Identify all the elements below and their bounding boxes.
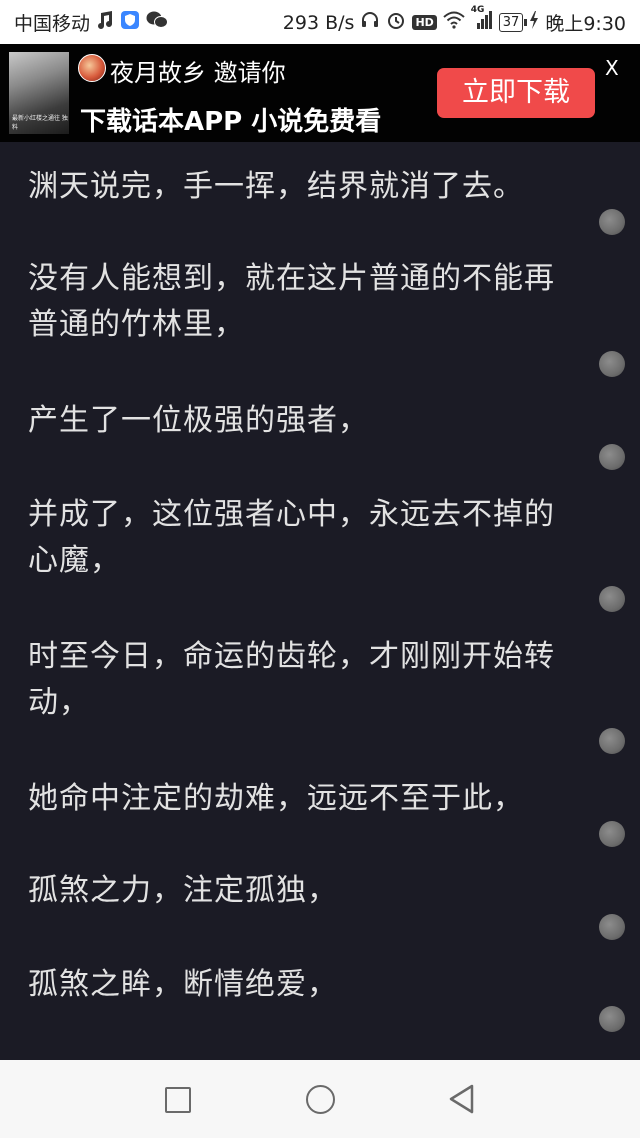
status-bar: 中国移动 293 B/s HD 4G 37 晚上9:30 <box>0 0 640 44</box>
navigation-bar <box>0 1060 640 1138</box>
headphones-icon <box>360 10 380 35</box>
signal-icon: 4G <box>471 5 493 34</box>
close-banner-button[interactable]: X <box>605 56 619 80</box>
banner-headline: 下载话本APP 小说免费看 <box>80 107 382 137</box>
inviter-avatar <box>78 54 106 82</box>
music-note-icon <box>96 10 114 35</box>
charging-bolt-icon <box>529 11 539 34</box>
inviter-text: 夜月故乡 邀请你 <box>110 59 286 87</box>
paragraph-comment-dot[interactable] <box>599 351 625 377</box>
book-cover-caption: 最新小红楼之通往 独料 <box>12 115 68 131</box>
battery-indicator: 37 <box>498 13 527 32</box>
download-app-banner[interactable]: 最新小红楼之通往 独料 夜月故乡 邀请你 下载话本APP 小说免费看 立即下载 … <box>0 44 640 142</box>
paragraph-comment-dot[interactable] <box>599 728 625 754</box>
back-icon[interactable] <box>448 1084 476 1118</box>
paragraph-comment-dot[interactable] <box>599 444 625 470</box>
paragraph: 孤煞之力，注定孤独， <box>28 873 338 908</box>
network-type-label: 4G <box>470 5 485 15</box>
paragraph-comment-dot[interactable] <box>599 821 625 847</box>
download-now-button[interactable]: 立即下载 <box>437 68 595 118</box>
shield-app-icon <box>120 10 140 35</box>
paragraph-comment-dot[interactable] <box>599 1006 625 1032</box>
chapter-content[interactable]: 渊天说完，手一挥，结界就消了去。 没有人能想到，就在这片普通的不能再普通的竹林里… <box>0 142 640 1060</box>
carrier-label: 中国移动 <box>14 13 91 35</box>
hd-badge: HD <box>412 15 437 30</box>
paragraph-comment-dot[interactable] <box>599 914 625 940</box>
paragraph: 产生了一位极强的强者， <box>28 403 369 438</box>
wechat-icon <box>146 10 169 35</box>
paragraph: 时至今日，命运的齿轮，才刚刚开始转动， <box>28 639 555 720</box>
paragraph: 并成了，这位强者心中，永远去不掉的心魔， <box>28 497 555 578</box>
status-right: 293 B/s HD 4G 37 晚上9:30 <box>282 5 626 36</box>
paragraph-comment-dot[interactable] <box>599 209 625 235</box>
recent-apps-icon[interactable] <box>165 1087 191 1113</box>
clock-time: 晚上9:30 <box>545 13 626 35</box>
paragraph: 渊天说完，手一挥，结界就消了去。 <box>28 169 524 204</box>
book-cover-thumbnail[interactable]: 最新小红楼之通往 独料 <box>9 52 69 134</box>
net-speed: 293 B/s <box>282 11 355 34</box>
status-left: 中国移动 <box>14 9 169 36</box>
home-icon[interactable] <box>306 1085 335 1114</box>
wifi-icon <box>443 11 465 34</box>
paragraph-comment-dot[interactable] <box>599 586 625 612</box>
paragraph: 她命中注定的劫难，远远不至于此， <box>28 781 524 816</box>
alarm-clock-icon <box>386 10 406 35</box>
paragraph: 没有人能想到，就在这片普通的不能再普通的竹林里， <box>28 261 555 342</box>
paragraph: 孤煞之眸，断情绝爱， <box>28 967 338 1002</box>
